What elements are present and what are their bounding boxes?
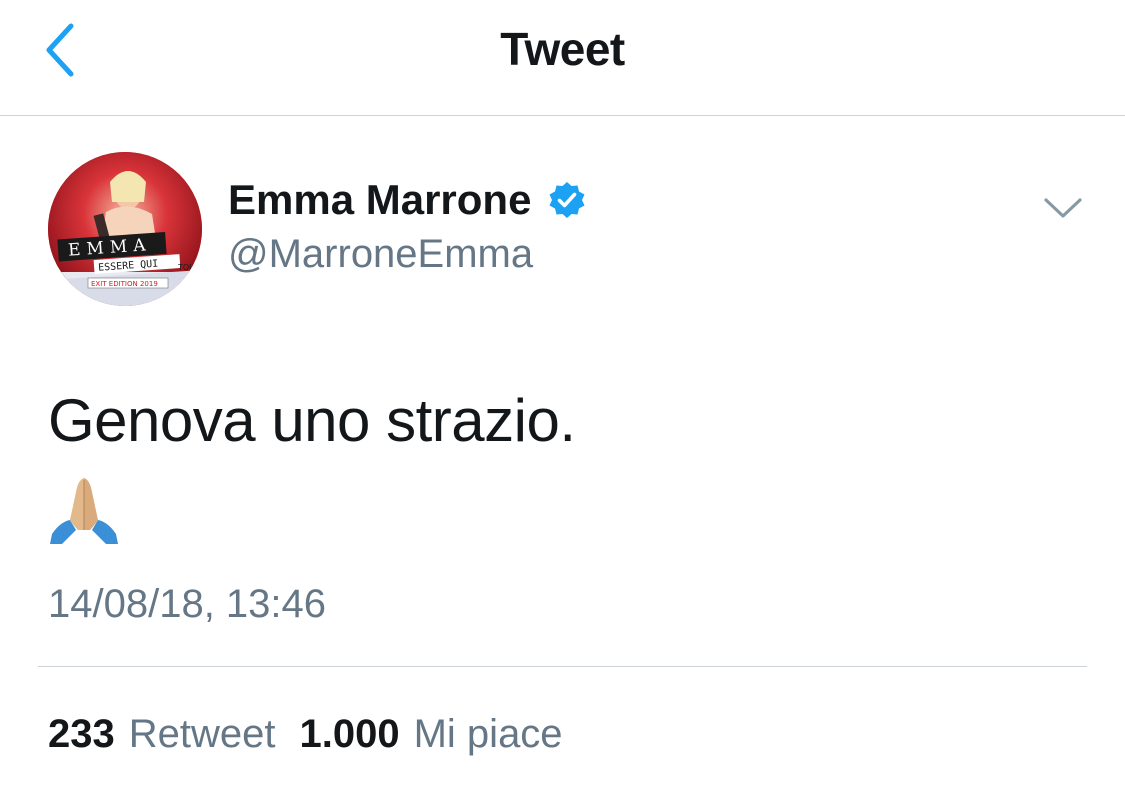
retweets-stat[interactable]: 233 Retweet <box>48 712 276 757</box>
avatar-image: EMMA ESSERE QUI EXIT EDITION 2019 TOU <box>48 152 202 306</box>
folded-hands-emoji <box>48 474 120 544</box>
author-handle[interactable]: @MarroneEmma <box>228 232 533 277</box>
chevron-down-icon <box>1044 198 1082 218</box>
tweet-stats: 233 Retweet 1.000 Mi piace <box>48 712 563 757</box>
retweets-label: Retweet <box>128 712 276 756</box>
verified-badge-icon <box>547 180 587 220</box>
likes-stat[interactable]: 1.000 Mi piace <box>300 712 563 757</box>
tweet-text: Genova uno strazio. <box>48 387 576 454</box>
tweet-timestamp: 14/08/18, 13:46 <box>48 582 327 626</box>
author-name: Emma Marrone <box>228 176 532 223</box>
navigation-bar: Tweet <box>0 0 1125 116</box>
tweet-menu-button[interactable] <box>1040 190 1086 226</box>
page-title: Tweet <box>500 23 625 75</box>
avatar[interactable]: EMMA ESSERE QUI EXIT EDITION 2019 TOU <box>48 152 202 306</box>
divider <box>38 666 1087 667</box>
retweets-count: 233 <box>48 712 115 756</box>
avatar-badge: EXIT EDITION 2019 <box>91 280 158 288</box>
likes-label: Mi piace <box>413 712 563 756</box>
likes-count: 1.000 <box>299 712 400 756</box>
author-name-row[interactable]: Emma Marrone <box>228 176 587 224</box>
avatar-tour: TOU <box>177 263 195 272</box>
